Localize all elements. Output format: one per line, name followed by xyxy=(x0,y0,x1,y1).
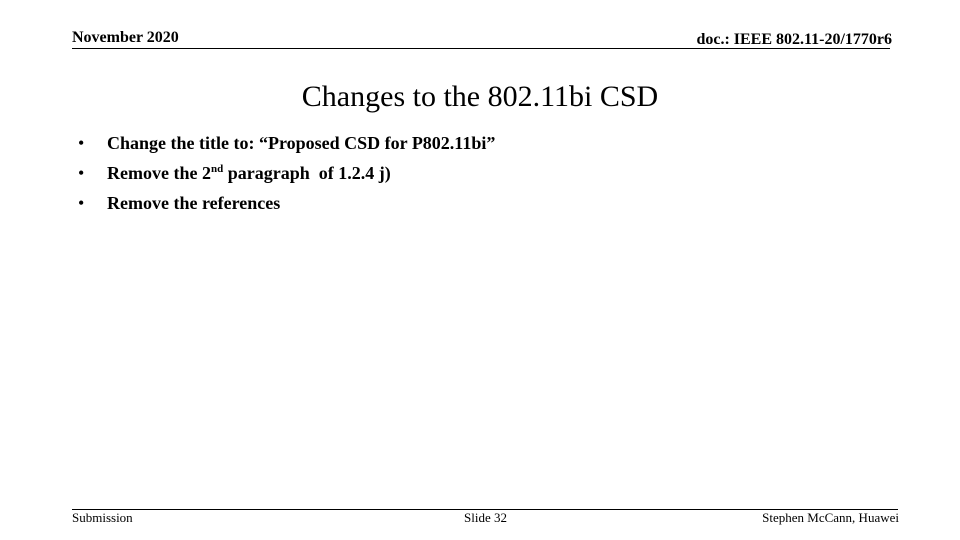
bullet-icon: • xyxy=(78,193,85,213)
header-divider xyxy=(72,48,890,49)
header-doc-id: doc.: IEEE 802.11-20/1770r6 xyxy=(696,31,892,48)
bullet-icon: • xyxy=(78,133,85,153)
footer-author: Stephen McCann, Huawei xyxy=(762,510,899,525)
bullet-text-post: paragraph of 1.2.4 j) xyxy=(223,163,391,183)
header-date: November 2020 xyxy=(72,29,179,46)
bullet-text-superscript: nd xyxy=(210,163,224,175)
slide-title: Changes to the 802.11bi CSD xyxy=(301,80,659,113)
bullet-item: • Change the title to: “Proposed CSD for… xyxy=(78,130,495,160)
bullet-text-pre: Remove the 2 xyxy=(107,163,211,183)
bullet-text: Change the title to: “Proposed CSD for P… xyxy=(107,133,496,153)
bullet-item: • Remove the 2nd paragraph of 1.2.4 j) xyxy=(78,160,495,190)
bullet-item: • Remove the references xyxy=(78,190,495,220)
bullet-list: • Change the title to: “Proposed CSD for… xyxy=(78,130,495,220)
footer-slide-number: Slide 32 xyxy=(464,510,507,525)
bullet-icon: • xyxy=(78,163,85,183)
footer-submission: Submission xyxy=(72,510,133,525)
bullet-text: Remove the references xyxy=(107,193,281,213)
bullet-text: Remove the 2nd paragraph of 1.2.4 j) xyxy=(107,163,391,183)
